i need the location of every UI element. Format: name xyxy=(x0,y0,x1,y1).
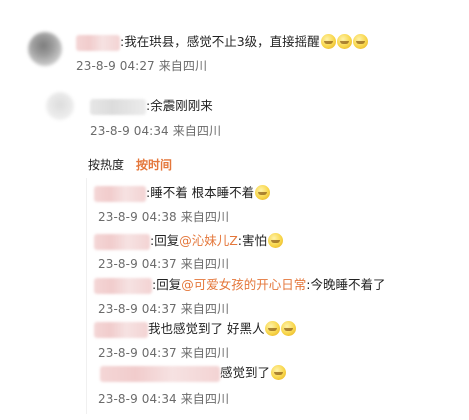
sort-by-time[interactable]: 按时间 xyxy=(136,158,172,172)
mention-link[interactable]: @沁妹儿Z xyxy=(179,233,238,248)
reply-text: :害怕 xyxy=(237,233,268,248)
reply-meta: 23-8-9 04:37 来自四川 xyxy=(98,346,230,360)
crying-laughing-emoji-icon xyxy=(336,34,352,49)
crying-laughing-emoji-icon xyxy=(268,233,284,248)
reply-text: 感觉到了 xyxy=(220,365,271,380)
avatar[interactable] xyxy=(46,92,74,120)
crying-laughing-emoji-icon xyxy=(281,321,297,336)
reply-item: :回复@可爱女孩的开心日常:今晚睡不着了 xyxy=(94,276,385,294)
reply-item: :回复@沁妹儿Z:害怕 xyxy=(94,232,284,250)
reply-meta: 23-8-9 04:37 来自四川 xyxy=(98,302,230,316)
main-comment-meta: 23-8-9 04:27 来自四川 xyxy=(76,59,208,73)
sub-comment-text: :余震刚刚来 xyxy=(146,98,213,113)
reply-item: 感觉到了 xyxy=(100,364,287,382)
sub-comment-meta: 23-8-9 04:34 来自四川 xyxy=(90,124,222,138)
reply-text: 我也感觉到了 好黑人 xyxy=(148,321,265,336)
reply-item: :睡不着 根本睡不着 xyxy=(94,184,271,202)
reply-text: :睡不着 根本睡不着 xyxy=(146,185,255,200)
crying-laughing-emoji-icon xyxy=(352,34,368,49)
reply-item: 我也感觉到了 好黑人 xyxy=(94,320,297,338)
crying-laughing-emoji-icon xyxy=(271,365,287,380)
username[interactable] xyxy=(94,185,146,202)
sub-comment: :余震刚刚来 xyxy=(90,97,213,115)
username[interactable] xyxy=(100,365,220,382)
main-comment-text: :我在珙县，感觉不止3级，直接摇醒 xyxy=(120,34,320,49)
reply-text: :回复 xyxy=(152,277,182,292)
crying-laughing-emoji-icon xyxy=(265,321,281,336)
crying-laughing-emoji-icon xyxy=(255,185,271,200)
username[interactable] xyxy=(94,233,150,250)
crying-laughing-emoji-icon xyxy=(320,34,336,49)
username[interactable] xyxy=(76,34,120,51)
username[interactable] xyxy=(94,321,148,338)
main-comment: :我在珙县，感觉不止3级，直接摇醒 xyxy=(76,33,368,51)
reply-meta: 23-8-9 04:37 来自四川 xyxy=(98,257,230,271)
reply-text: :今晚睡不着了 xyxy=(306,277,386,292)
sort-by-hot[interactable]: 按热度 xyxy=(88,158,124,172)
reply-meta: 23-8-9 04:38 来自四川 xyxy=(98,210,230,224)
reply-text: :回复 xyxy=(150,233,180,248)
username[interactable] xyxy=(90,98,146,115)
mention-link[interactable]: @可爱女孩的开心日常 xyxy=(181,277,306,292)
username[interactable] xyxy=(94,277,152,294)
reply-meta: 23-8-9 04:34 来自四川 xyxy=(98,392,230,406)
sort-bar: 按热度 按时间 xyxy=(88,156,184,173)
avatar[interactable] xyxy=(28,32,62,66)
